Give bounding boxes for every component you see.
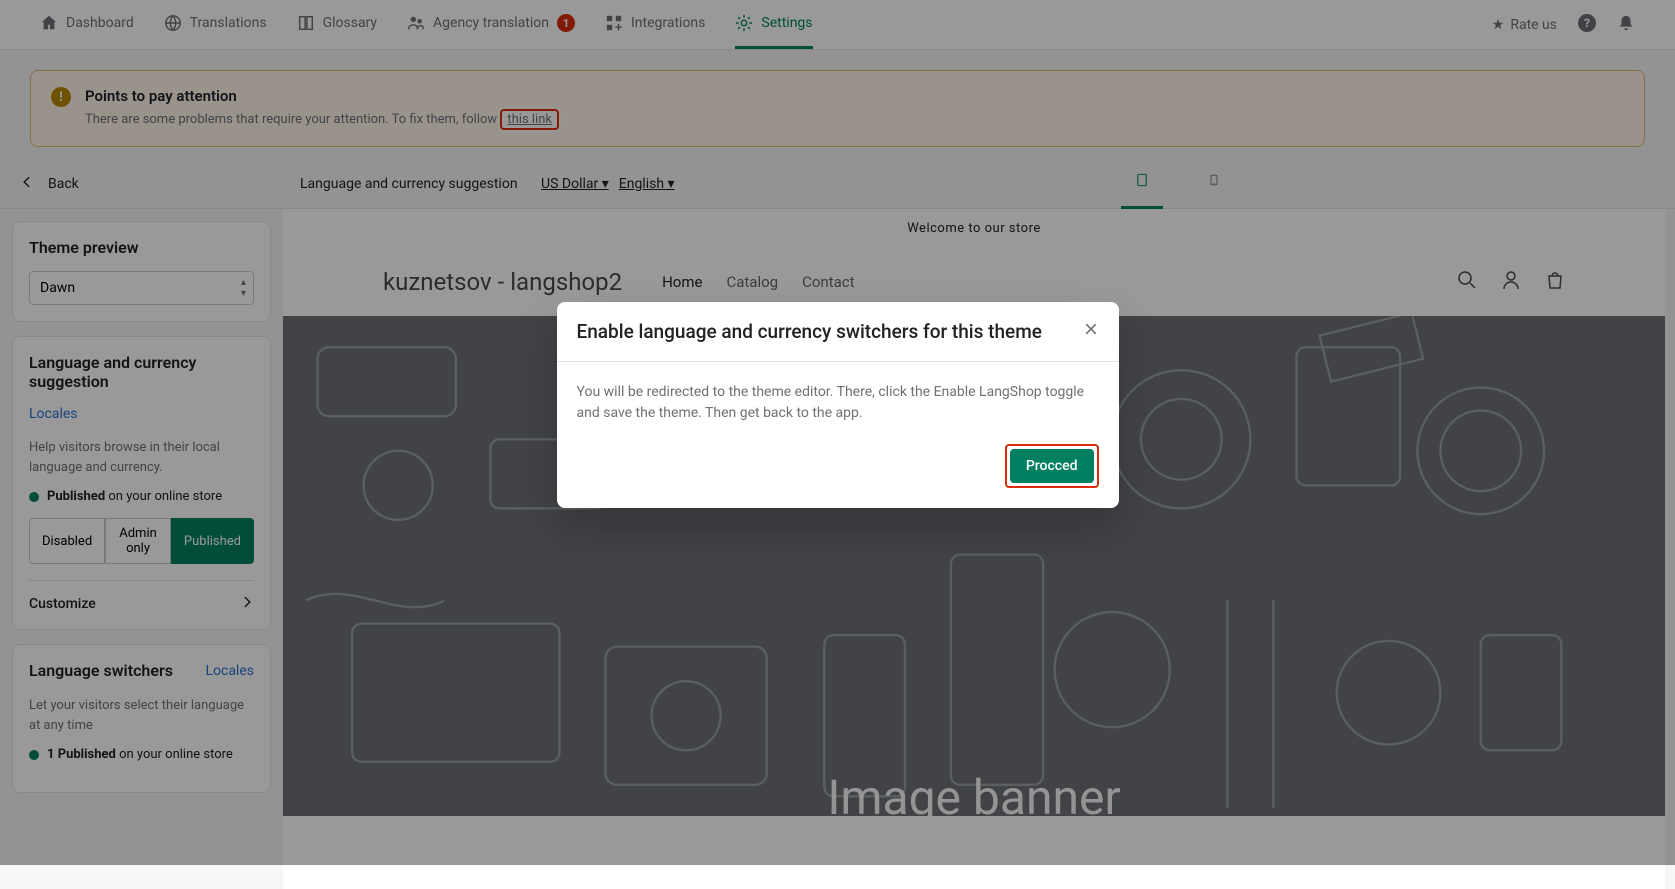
modal-header: Enable language and currency switchers f… (557, 302, 1119, 362)
proceed-highlight: Procced (1005, 444, 1099, 488)
close-icon (1083, 321, 1099, 342)
modal-footer: Procced (557, 444, 1119, 508)
proceed-button[interactable]: Procced (1010, 449, 1094, 483)
modal-overlay[interactable]: Enable language and currency switchers f… (0, 0, 1675, 865)
modal-close-button[interactable] (1083, 321, 1099, 342)
modal-body: You will be redirected to the theme edit… (557, 362, 1119, 444)
modal-title: Enable language and currency switchers f… (577, 320, 1042, 343)
modal: Enable language and currency switchers f… (557, 302, 1119, 508)
